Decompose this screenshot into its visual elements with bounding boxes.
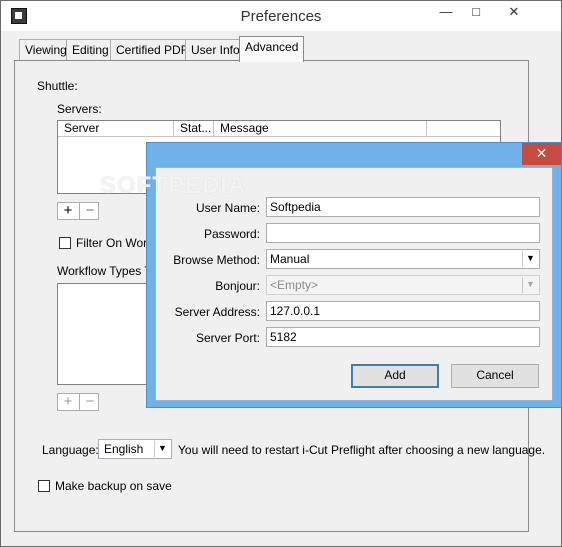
- browse-method-value: Manual: [270, 252, 310, 266]
- password-label: Password:: [203, 227, 260, 241]
- shuttle-label: Shuttle:: [37, 79, 78, 93]
- make-backup-label: Make backup on save: [55, 479, 172, 493]
- add-server-button[interactable]: +: [58, 203, 78, 219]
- tab-viewing[interactable]: Viewing: [19, 39, 73, 61]
- tab-editing[interactable]: Editing: [66, 39, 115, 61]
- user-name-field[interactable]: Softpedia: [266, 197, 540, 217]
- bonjour-select: <Empty> ▼: [266, 275, 540, 295]
- make-backup-checkbox[interactable]: [38, 480, 50, 492]
- workflow-types-list[interactable]: [57, 283, 157, 385]
- server-port-label: Server Port:: [195, 331, 260, 345]
- minimize-button[interactable]: —: [431, 1, 461, 25]
- filter-on-workflow-checkbox[interactable]: [59, 237, 71, 249]
- password-field[interactable]: [266, 223, 540, 243]
- server-add-remove-buttons: + −: [57, 202, 99, 220]
- dialog-body: User Name: Softpedia Password: Browse Me…: [155, 167, 553, 401]
- server-address-field[interactable]: 127.0.0.1: [266, 301, 540, 321]
- workflow-types-label: Workflow Types To: [57, 264, 158, 278]
- chevron-down-icon: ▼: [522, 277, 538, 293]
- browse-method-label: Browse Method:: [173, 253, 260, 267]
- servers-label: Servers:: [57, 102, 102, 116]
- add-workflow-button[interactable]: +: [58, 394, 78, 410]
- server-port-field[interactable]: 5182: [266, 327, 540, 347]
- chevron-down-icon: ▼: [154, 441, 170, 457]
- language-select[interactable]: English ▼: [98, 439, 172, 459]
- browse-method-select[interactable]: Manual ▼: [266, 249, 540, 269]
- bonjour-label: Bonjour:: [215, 279, 260, 293]
- tab-certified-pdf[interactable]: Certified PDF: [110, 39, 195, 61]
- column-header-message[interactable]: Message: [214, 121, 427, 137]
- column-header-server[interactable]: Server: [58, 121, 174, 137]
- title-bar[interactable]: Preferences — □ ✕: [1, 1, 561, 31]
- bonjour-value: <Empty>: [270, 278, 319, 292]
- tab-user-info[interactable]: User Info: [185, 39, 246, 61]
- cancel-button[interactable]: Cancel: [451, 364, 539, 388]
- column-header-status[interactable]: Stat...: [174, 121, 214, 137]
- remove-workflow-button[interactable]: −: [79, 394, 100, 410]
- language-label: Language:: [42, 443, 99, 457]
- language-select-value: English: [104, 442, 144, 456]
- tab-advanced[interactable]: Advanced: [239, 36, 305, 62]
- language-restart-note: You will need to restart i-Cut Preflight…: [178, 443, 546, 457]
- user-name-label: User Name:: [195, 201, 260, 215]
- remove-server-button[interactable]: −: [79, 203, 100, 219]
- server-address-label: Server Address:: [174, 305, 260, 319]
- chevron-down-icon: ▼: [522, 251, 538, 267]
- maximize-button[interactable]: □: [461, 1, 491, 25]
- workflow-add-remove-buttons: + −: [57, 393, 99, 411]
- close-button[interactable]: ✕: [491, 1, 537, 25]
- add-button[interactable]: Add: [351, 364, 439, 388]
- column-header-filler: [427, 121, 500, 137]
- softpedia-watermark: SOFTPEDIA: [100, 172, 247, 199]
- dialog-close-button[interactable]: ✕: [522, 143, 561, 165]
